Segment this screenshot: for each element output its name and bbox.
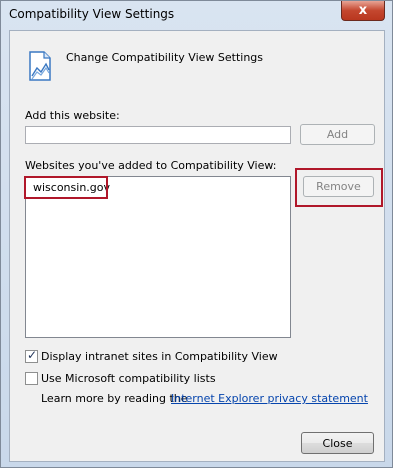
add-website-label: Add this website: — [25, 109, 120, 122]
compatibility-icon — [29, 51, 51, 81]
websites-list-label: Websites you've added to Compatibility V… — [25, 159, 277, 172]
dialog-window: Compatibility View Settings x Change Com… — [0, 0, 393, 468]
privacy-statement-link[interactable]: Internet Explorer privacy statement — [171, 392, 368, 405]
header-title: Change Compatibility View Settings — [66, 51, 264, 64]
websites-list[interactable]: wisconsin.gov — [25, 176, 291, 338]
add-button[interactable]: Add — [300, 124, 375, 145]
title-bar[interactable]: Compatibility View Settings x — [1, 1, 392, 29]
checkmark-icon: ✓ — [27, 348, 38, 362]
dialog-client-area: Change Compatibility View Settings Add t… — [9, 30, 385, 462]
ms-lists-checkbox[interactable] — [25, 372, 38, 385]
add-website-input[interactable] — [25, 126, 291, 144]
remove-button[interactable]: Remove — [303, 176, 374, 197]
learn-more-text: Learn more by reading the — [41, 392, 188, 405]
close-icon: x — [358, 3, 368, 18]
intranet-checkbox-label[interactable]: Display intranet sites in Compatibility … — [41, 350, 278, 363]
intranet-checkbox[interactable]: ✓ — [25, 348, 38, 363]
window-close-button[interactable]: x — [341, 1, 385, 21]
ms-lists-checkbox-label[interactable]: Use Microsoft compatibility lists — [41, 372, 216, 385]
close-button[interactable]: Close — [301, 432, 374, 454]
list-item[interactable]: wisconsin.gov — [33, 181, 110, 194]
window-title: Compatibility View Settings — [9, 7, 175, 21]
